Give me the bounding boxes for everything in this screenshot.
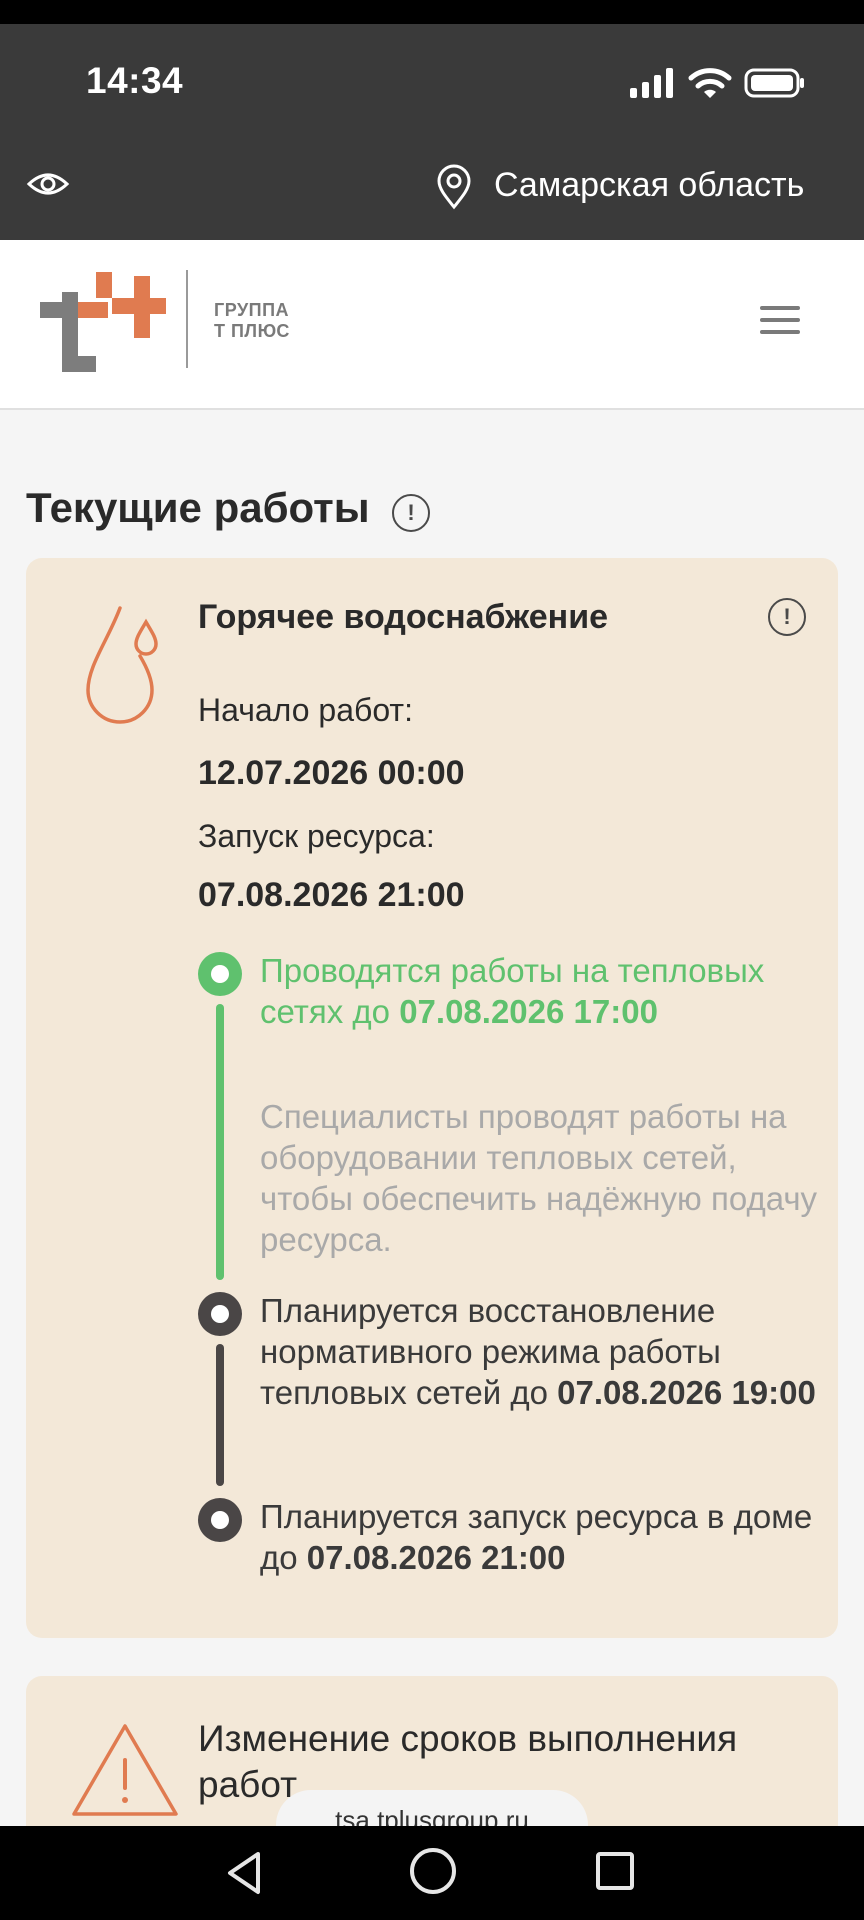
brand-logo[interactable] bbox=[38, 268, 168, 378]
timeline-step-2: Планируется восстановление нормативного … bbox=[260, 1292, 816, 1411]
card-title: Горячее водоснабжение bbox=[198, 598, 609, 636]
water-drop-icon bbox=[86, 606, 158, 724]
eye-icon[interactable] bbox=[26, 166, 70, 202]
url-pill[interactable]: tsa.tplusgroup.ru bbox=[276, 1790, 588, 1826]
work-card: Горячее водоснабжение ! Начало работ: 12… bbox=[26, 558, 838, 1638]
brand-name: ГРУППА Т ПЛЮС bbox=[214, 300, 290, 341]
top-edge bbox=[0, 0, 864, 24]
site-header: ГРУППА Т ПЛЮС bbox=[0, 240, 864, 410]
timeline-line bbox=[216, 1344, 224, 1486]
timeline-dot-active bbox=[198, 952, 242, 996]
launch-label: Запуск ресурса: bbox=[198, 818, 435, 854]
signal-icon bbox=[630, 68, 673, 98]
region-selector[interactable]: Самарская область bbox=[494, 166, 804, 205]
status-time: 14:34 bbox=[86, 60, 184, 101]
timeline-step-1-desc: Специалисты проводят работы на оборудова… bbox=[260, 1098, 818, 1258]
back-icon[interactable] bbox=[222, 1848, 272, 1898]
timeline-step-3: Планируется запуск ресурса в доме до 07.… bbox=[260, 1498, 813, 1576]
logo-divider bbox=[186, 270, 188, 368]
location-pin-icon bbox=[437, 164, 471, 210]
region-bar: Самарская область bbox=[0, 140, 864, 240]
battery-icon bbox=[744, 68, 804, 98]
recent-apps-icon[interactable] bbox=[596, 1852, 634, 1890]
launch-value: 07.08.2026 21:00 bbox=[198, 876, 465, 914]
card-info-icon[interactable]: ! bbox=[768, 598, 806, 636]
timeline-step-1: Проводятся работы на тепловых сетях до 0… bbox=[260, 952, 765, 1030]
warning-icon bbox=[72, 1724, 178, 1816]
android-nav-bar bbox=[0, 1826, 864, 1920]
timeline-dot bbox=[198, 1498, 242, 1542]
info-icon[interactable]: ! bbox=[392, 494, 430, 532]
start-value: 12.07.2026 00:00 bbox=[198, 754, 465, 792]
home-icon[interactable] bbox=[410, 1848, 456, 1894]
timeline-line-active bbox=[216, 1004, 224, 1280]
main-content: Текущие работы ! Горячее водоснабжение !… bbox=[0, 410, 864, 1826]
timeline-dot bbox=[198, 1292, 242, 1336]
start-label: Начало работ: bbox=[198, 692, 413, 728]
wifi-icon bbox=[688, 68, 732, 98]
section-title: Текущие работы bbox=[26, 484, 370, 531]
menu-icon[interactable] bbox=[760, 306, 800, 338]
status-bar: 14:34 bbox=[0, 24, 864, 140]
